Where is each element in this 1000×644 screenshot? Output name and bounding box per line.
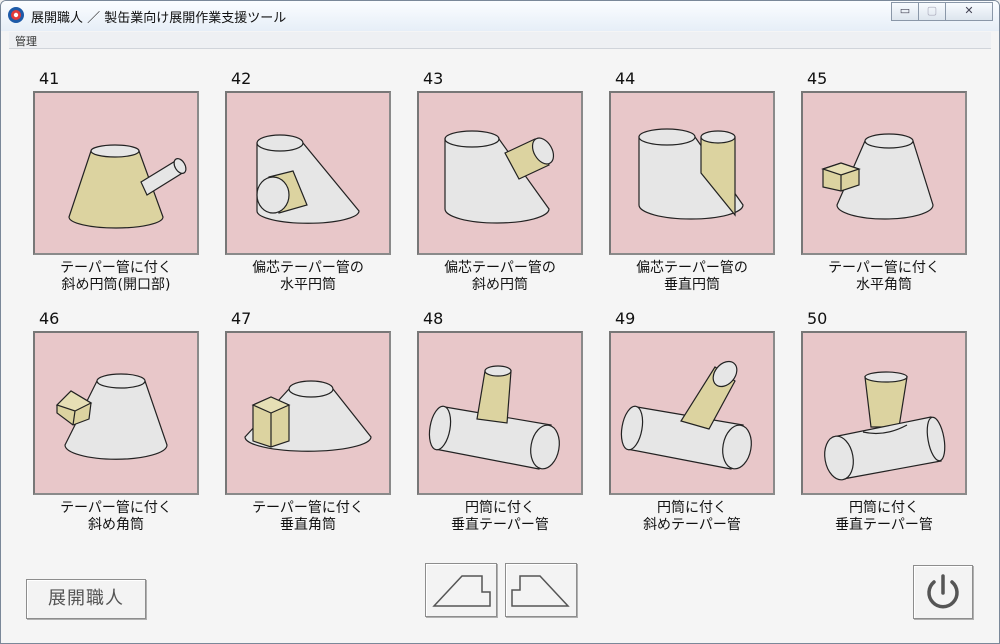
tile-number: 41 (39, 69, 60, 88)
tile-image[interactable] (417, 331, 583, 495)
tile-label: 円筒に付く 垂直テーパー管 (451, 500, 549, 533)
tile-label: 偏芯テーパー管の 水平円筒 (252, 260, 364, 293)
next-arrow-icon (511, 575, 570, 607)
tile-label: テーパー管に付く 斜め円筒(開口部) (60, 260, 172, 293)
title-bar[interactable]: 展開職人 ／ 製缶業向け展開作業支援ツール ▭ ▢ ✕ (1, 1, 999, 31)
taper-with-oblique-cylinder-icon (68, 144, 187, 229)
eccentric-taper-oblique-cylinder-icon (444, 130, 555, 224)
power-icon (927, 574, 959, 609)
app-icon (8, 7, 24, 23)
tile-number: 42 (231, 69, 252, 88)
close-icon: ✕ (964, 4, 974, 17)
tile-label: テーパー管に付く 垂直角筒 (252, 500, 364, 533)
tile-image[interactable] (225, 331, 391, 495)
cylinder-with-vertical-taper-icon (824, 371, 946, 481)
taper-with-vertical-square-tube-icon (244, 380, 372, 452)
close-button[interactable]: ✕ (945, 2, 993, 21)
cylinder-with-vertical-taper-icon (428, 365, 560, 470)
tile-image[interactable] (801, 331, 967, 495)
tile-label: 偏芯テーパー管の 垂直円筒 (636, 260, 748, 293)
menu-item-manage[interactable]: 管理 (15, 33, 37, 49)
eccentric-taper-vertical-cylinder-icon (638, 128, 744, 220)
cylinder-with-oblique-taper-icon (620, 360, 752, 470)
window-title: 展開職人 ／ 製缶業向け展開作業支援ツール (31, 11, 287, 26)
tile-number: 44 (615, 69, 636, 88)
tile-image[interactable] (609, 91, 775, 255)
tile-image[interactable] (33, 91, 199, 255)
prev-arrow-icon (432, 575, 491, 607)
tile-image[interactable] (609, 331, 775, 495)
maximize-icon: ▢ (926, 4, 938, 17)
tile-label: 円筒に付く 斜めテーパー管 (643, 500, 741, 533)
tile-image[interactable] (33, 331, 199, 495)
tile-label: テーパー管に付く 斜め角筒 (60, 500, 172, 533)
next-page-button[interactable] (505, 563, 577, 617)
minimize-icon: ▭ (899, 4, 911, 17)
tile-number: 43 (423, 69, 444, 88)
brand-button[interactable]: 展開職人 (26, 579, 146, 619)
tile-number: 45 (807, 69, 828, 88)
taper-with-horizontal-square-tube-icon (821, 133, 934, 220)
tile-label: 円筒に付く 垂直テーパー管 (835, 500, 933, 533)
tile-number: 48 (423, 309, 444, 328)
eccentric-taper-horizontal-cylinder-icon (256, 134, 360, 224)
tile-number: 47 (231, 309, 252, 328)
tile-number: 49 (615, 309, 636, 328)
taper-with-oblique-square-tube-icon (55, 373, 168, 460)
tile-image[interactable] (801, 91, 967, 255)
tile-label: テーパー管に付く 水平角筒 (828, 260, 940, 293)
tile-number: 46 (39, 309, 60, 328)
tile-label: 偏芯テーパー管の 斜め円筒 (444, 260, 556, 293)
tile-number: 50 (807, 309, 828, 328)
tile-image[interactable] (225, 91, 391, 255)
prev-page-button[interactable] (425, 563, 497, 617)
power-button[interactable] (913, 565, 973, 619)
app-window: 展開職人 ／ 製缶業向け展開作業支援ツール ▭ ▢ ✕ 管理 41 テーパー管に… (0, 0, 1000, 644)
maximize-button[interactable]: ▢ (918, 2, 946, 21)
content-area: 41 テーパー管に付く 斜め円筒(開口部) 42 偏芯テーパー管の 水平円筒 4… (9, 49, 991, 639)
minimize-button[interactable]: ▭ (891, 2, 919, 21)
tile-image[interactable] (417, 91, 583, 255)
menu-bar: 管理 (9, 32, 991, 49)
